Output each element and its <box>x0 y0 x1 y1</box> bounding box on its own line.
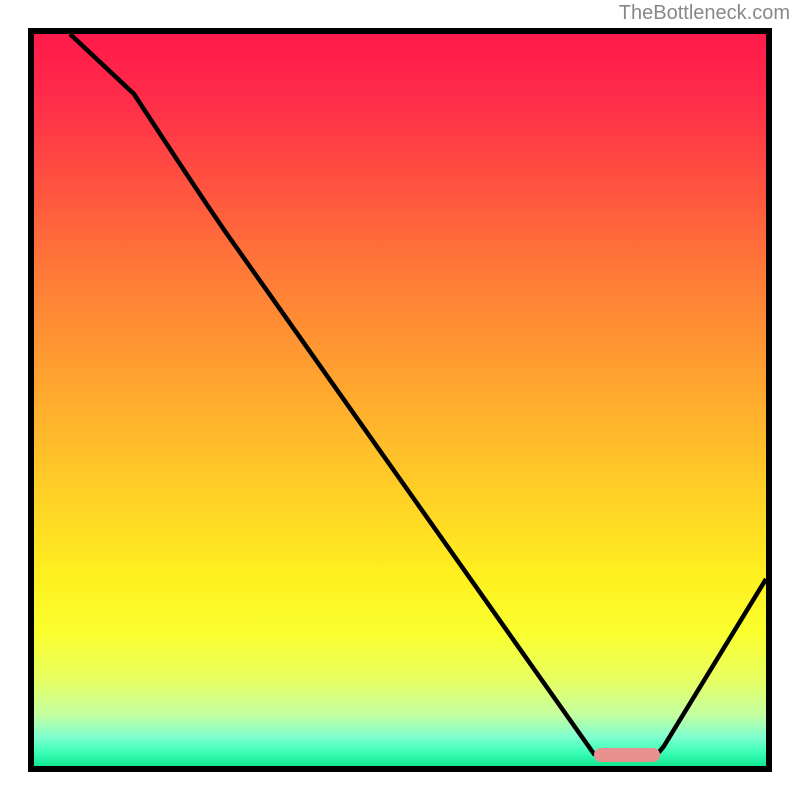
bottleneck-curve <box>34 34 766 766</box>
attribution-text: TheBottleneck.com <box>619 2 790 25</box>
optimal-range-marker <box>594 748 660 761</box>
plot-area <box>28 28 772 772</box>
chart-container <box>28 28 772 772</box>
